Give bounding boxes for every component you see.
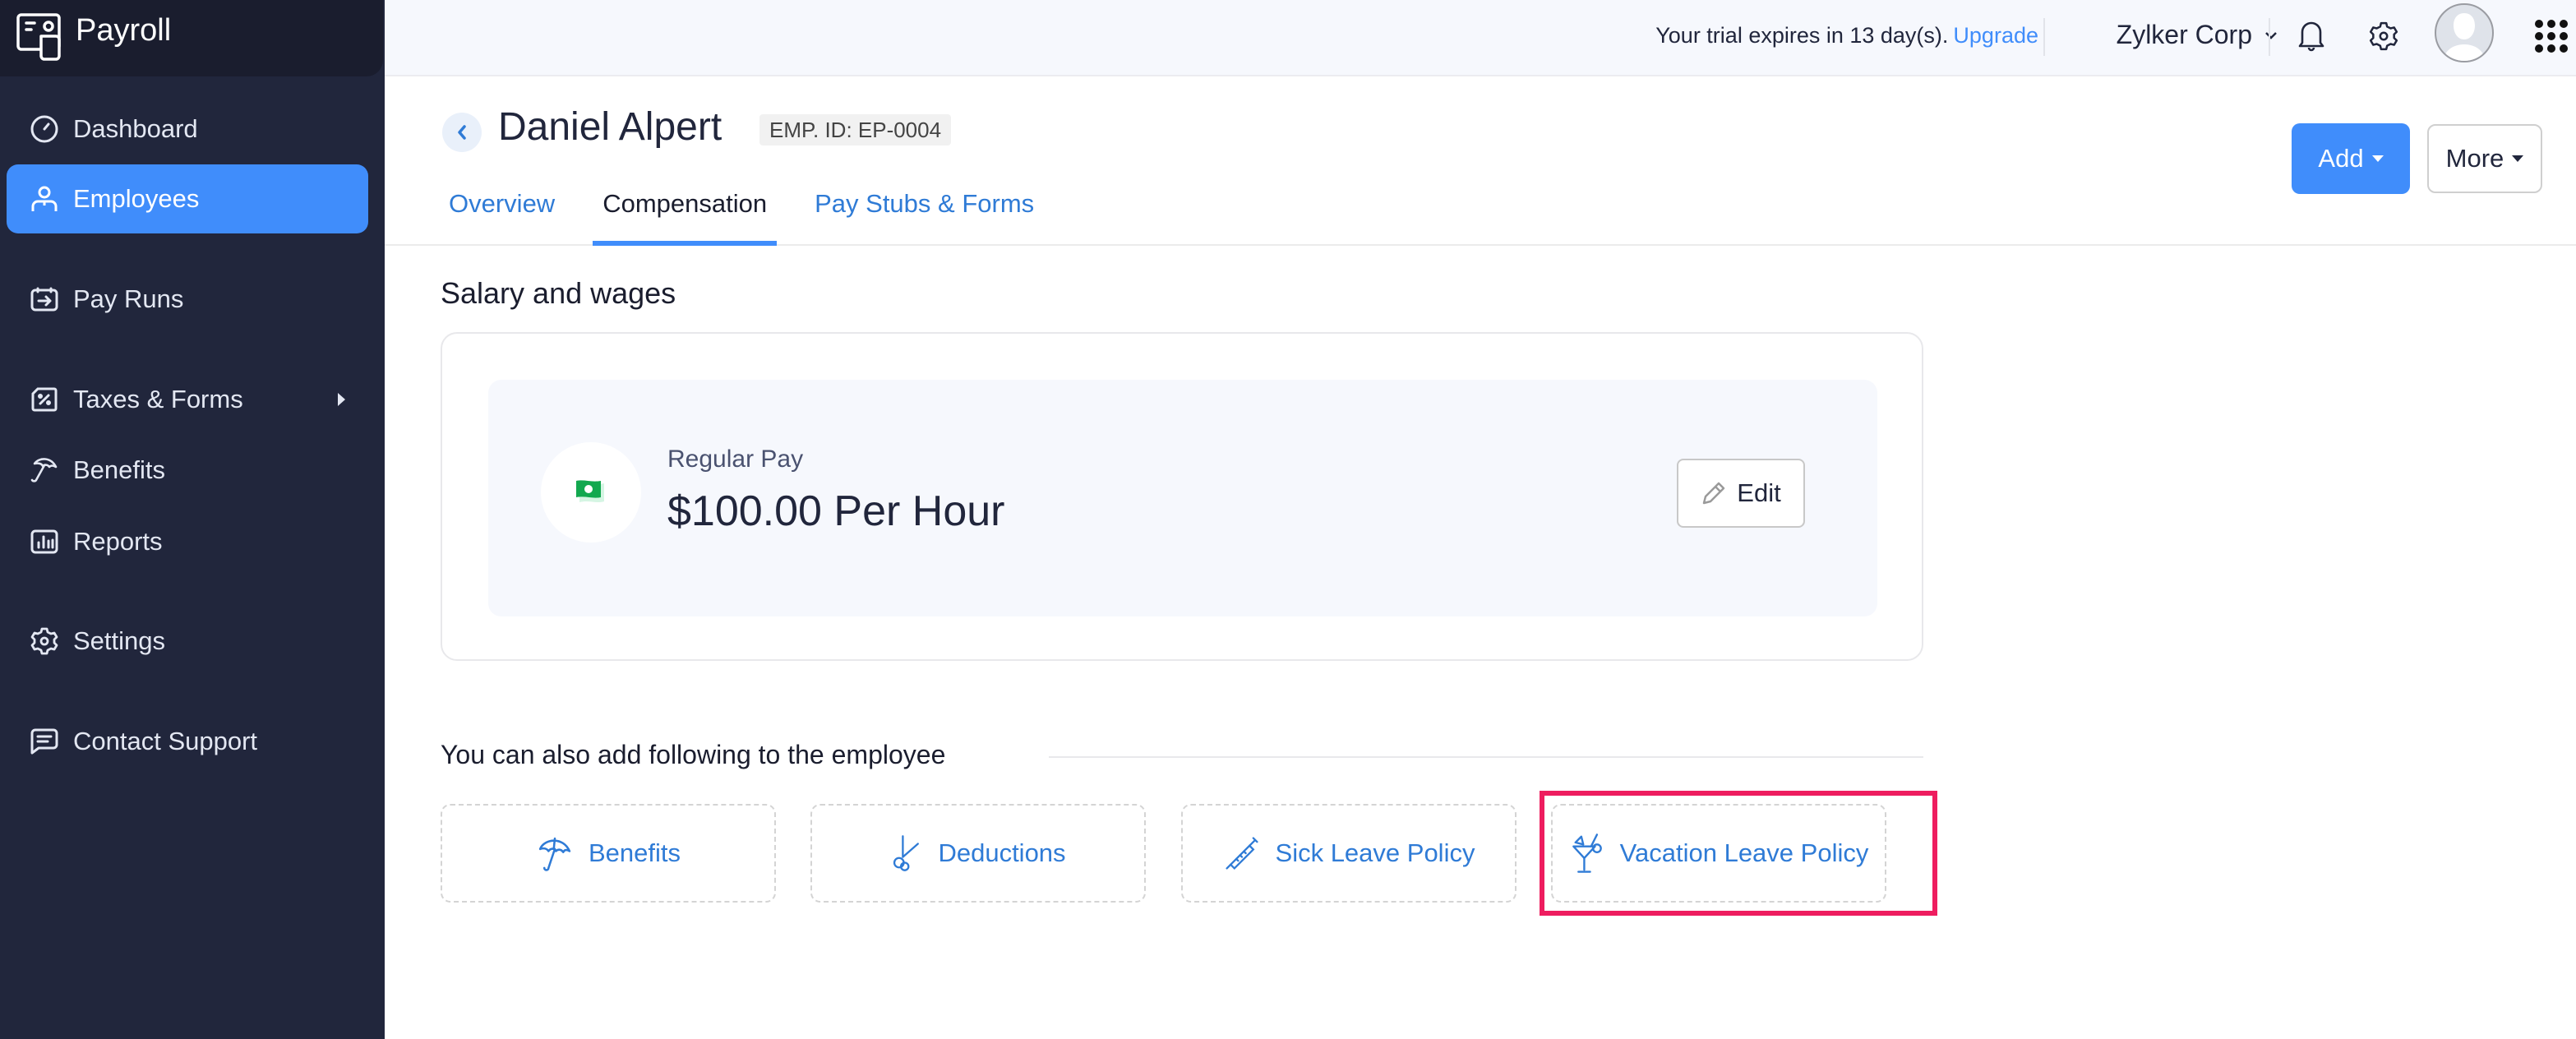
sidebar-item-taxes-forms[interactable]: Taxes & Forms xyxy=(7,365,368,434)
bar-chart-icon xyxy=(28,525,61,558)
sidebar-item-label: Reports xyxy=(73,527,163,556)
app-name: Payroll xyxy=(76,13,172,48)
sidebar-item-benefits[interactable]: Benefits xyxy=(7,436,368,505)
org-name: Zylker Corp xyxy=(2116,20,2252,49)
dashboard-gauge-icon xyxy=(28,113,61,145)
sidebar-item-label: Employees xyxy=(73,184,200,213)
chevron-left-icon xyxy=(458,125,466,140)
upgrade-link[interactable]: Upgrade xyxy=(1953,23,2038,48)
add-button-label: Add xyxy=(2318,144,2364,173)
gear-icon xyxy=(28,625,61,658)
umbrella-icon xyxy=(28,454,61,487)
sidebar-item-reports[interactable]: Reports xyxy=(7,507,368,576)
employee-id-badge: EMP. ID: EP-0004 xyxy=(759,114,952,145)
caret-down-icon xyxy=(2512,155,2524,162)
pencil-icon xyxy=(1703,482,1725,505)
back-button[interactable] xyxy=(442,113,482,152)
employee-name: Daniel Alpert xyxy=(498,105,722,149)
notifications-button[interactable] xyxy=(2292,16,2331,56)
sidebar-item-dashboard[interactable]: Dashboard xyxy=(7,95,368,164)
caret-down-icon xyxy=(2371,155,2384,162)
addons-title: You can also add following to the employ… xyxy=(441,740,946,769)
add-benefits-button[interactable]: Benefits xyxy=(441,804,776,903)
sidebar-item-label: Contact Support xyxy=(73,727,258,755)
sidebar-item-pay-runs[interactable]: Pay Runs xyxy=(7,265,368,334)
organization-switcher[interactable]: Zylker Corp xyxy=(2117,20,2278,50)
sidebar-item-label: Taxes & Forms xyxy=(73,385,243,413)
user-silhouette-icon xyxy=(2443,13,2486,61)
section-title-salary: Salary and wages xyxy=(441,276,676,310)
submenu-arrow-icon xyxy=(338,393,345,406)
sidebar-item-label: Dashboard xyxy=(73,114,198,143)
edit-label: Edit xyxy=(1737,478,1781,507)
user-icon xyxy=(28,182,61,215)
tab-compensation[interactable]: Compensation xyxy=(593,177,778,246)
chevron-down-icon xyxy=(2265,31,2277,39)
more-button-label: More xyxy=(2445,144,2504,173)
addon-label: Vacation Leave Policy xyxy=(1619,838,1869,867)
top-bar: Your trial expires in 13 day(s). Upgrade … xyxy=(385,0,2576,76)
add-sick-leave-policy-button[interactable]: Sick Leave Policy xyxy=(1181,804,1517,903)
more-button[interactable]: More xyxy=(2427,124,2542,193)
add-deductions-button[interactable]: Deductions xyxy=(810,804,1146,903)
pay-type-label: Regular Pay xyxy=(667,446,804,473)
add-button[interactable]: Add xyxy=(2292,123,2410,194)
divider xyxy=(2269,18,2270,56)
app-launcher-button[interactable] xyxy=(2535,20,2568,53)
trial-notice: Your trial expires in 13 day(s). Upgrade xyxy=(1655,23,2038,48)
salary-card: Regular Pay $100.00 Per Hour Edit xyxy=(441,332,1923,661)
syringe-icon xyxy=(1225,837,1258,870)
pay-runs-icon xyxy=(28,283,61,316)
sidebar-item-contact-support[interactable]: Contact Support xyxy=(7,707,368,776)
chat-icon xyxy=(28,725,61,758)
sidebar-item-label: Pay Runs xyxy=(73,284,184,313)
divider xyxy=(2043,18,2045,56)
addon-label: Deductions xyxy=(938,838,1066,867)
sidebar-item-settings[interactable]: Settings xyxy=(7,607,368,676)
sidebar-item-label: Settings xyxy=(73,626,166,655)
employee-header: Daniel Alpert EMP. ID: EP-0004 Overview … xyxy=(385,78,2576,246)
pay-rate-value: $100.00 Per Hour xyxy=(667,487,1005,535)
tab-overview[interactable]: Overview xyxy=(439,177,565,246)
divider xyxy=(1049,756,1923,758)
tab-pay-stubs-forms[interactable]: Pay Stubs & Forms xyxy=(805,177,1044,246)
money-icon-container xyxy=(541,442,641,543)
trial-text: Your trial expires in 13 day(s). xyxy=(1655,23,1949,48)
sidebar-item-employees[interactable]: Employees xyxy=(7,164,368,233)
money-icon xyxy=(576,480,604,502)
payroll-logo-icon xyxy=(16,13,61,61)
bell-icon xyxy=(2298,21,2324,52)
addon-label: Sick Leave Policy xyxy=(1275,838,1475,867)
sidebar: Payroll Dashboard Employees Pay Runs Tax… xyxy=(0,0,385,1039)
sidebar-item-label: Benefits xyxy=(73,455,166,484)
user-avatar[interactable] xyxy=(2435,3,2494,62)
scissors-icon xyxy=(893,835,920,871)
employee-tabs: Overview Compensation Pay Stubs & Forms xyxy=(439,177,1072,246)
settings-button[interactable] xyxy=(2364,16,2403,56)
edit-pay-button[interactable]: Edit xyxy=(1677,459,1805,528)
brand-header[interactable]: Payroll xyxy=(0,0,383,76)
addon-label: Benefits xyxy=(588,838,681,867)
gear-icon xyxy=(2369,21,2398,51)
add-vacation-leave-policy-button[interactable]: Vacation Leave Policy xyxy=(1551,804,1886,903)
regular-pay-panel: Regular Pay $100.00 Per Hour Edit xyxy=(488,380,1877,616)
umbrella-icon xyxy=(538,837,571,871)
cocktail-icon xyxy=(1572,834,1602,873)
percent-icon xyxy=(28,383,61,416)
